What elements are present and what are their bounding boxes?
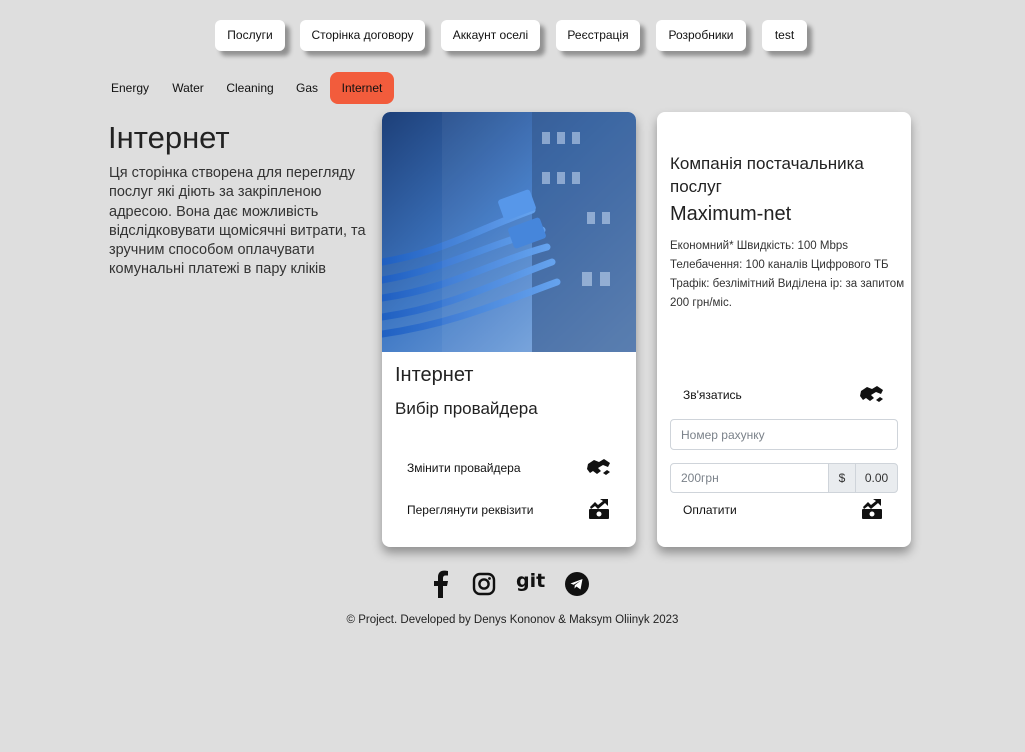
money-bill-trend-up-icon [859,497,885,521]
tab-water[interactable]: Water [167,72,209,104]
currency-addon: $ [828,463,856,493]
footer-copyright: © Project. Developed by Denys Kononov & … [346,614,679,626]
tab-cleaning[interactable]: Cleaning [222,72,278,104]
provider-name: Maximum-net [670,203,792,225]
money-bill-trend-up-icon [586,497,612,521]
handshake-icon [586,455,612,479]
account-number-input[interactable] [670,419,898,450]
change-provider-button[interactable]: Змінити провайдера [407,455,612,481]
provider-description: Економний* Швидкість: 100 Mbps Телебачен… [670,240,905,309]
service-subtitle: Вибір провайдера [395,399,538,418]
amount-value-addon: 0.00 [855,463,898,493]
provider-card: Компанія постачальника послуг Maximum-ne… [657,112,911,547]
view-details-label: Переглянути реквізити [407,503,534,517]
instagram-icon[interactable] [472,570,496,598]
top-nav: Послуги Сторінка договору Аккаунт оселі … [0,20,1025,51]
change-provider-label: Змінити провайдера [407,461,521,475]
nav-item-household-account[interactable]: Аккаунт оселі [441,20,540,51]
service-card: Інтернет Вибір провайдера Змінити провай… [382,112,636,547]
tab-energy[interactable]: Energy [104,72,156,104]
network-cables-image [382,112,636,352]
git-icon[interactable]: git [516,570,546,598]
tab-gas[interactable]: Gas [291,72,323,104]
tab-internet[interactable]: Internet [330,72,394,104]
facebook-icon[interactable] [430,570,452,598]
telegram-icon[interactable] [564,570,590,598]
pay-button[interactable]: Оплатити [683,497,885,523]
contact-button[interactable]: Зв'язатись [683,382,885,408]
service-title: Інтернет [395,364,474,386]
payment-amount-input[interactable] [670,463,829,493]
nav-item-developers[interactable]: Розробники [656,20,746,51]
payment-amount-group: $ 0.00 [670,463,898,493]
page-title: Інтернет [108,120,230,155]
handshake-icon [859,382,885,406]
nav-item-services[interactable]: Послуги [215,20,285,51]
provider-heading: Компанія постачальника послуг [670,154,864,196]
pay-label: Оплатити [683,503,737,517]
social-links: git [430,570,592,598]
page-description: Ця сторінка створена для перегляду послу… [109,165,366,278]
nav-item-contract[interactable]: Сторінка договору [300,20,425,51]
view-details-button[interactable]: Переглянути реквізити [407,497,612,523]
git-label: git [516,570,546,592]
contact-label: Зв'язатись [683,388,742,402]
nav-item-registration[interactable]: Реєстрація [556,20,640,51]
nav-item-test[interactable]: test [762,20,807,51]
